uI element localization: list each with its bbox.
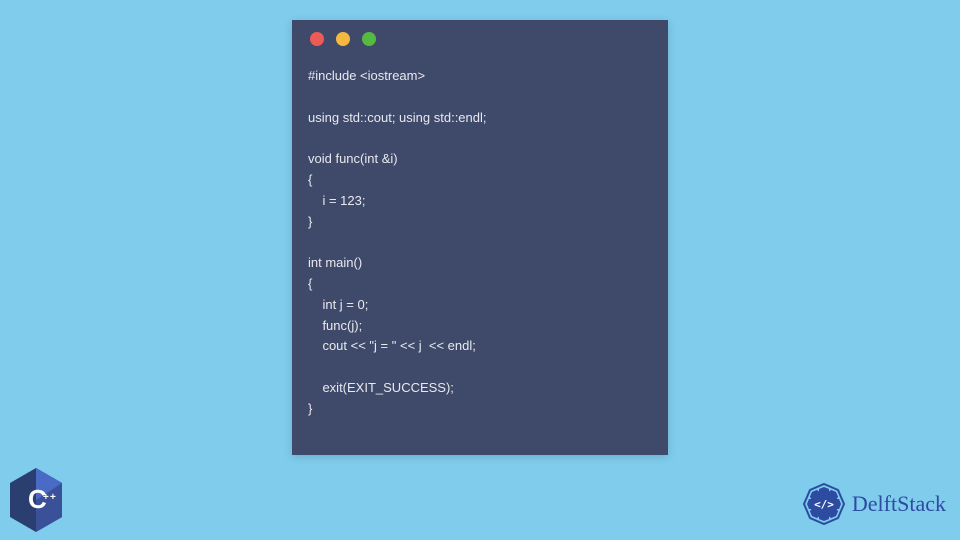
maximize-icon — [362, 32, 376, 46]
delftstack-text: DelftStack — [852, 491, 946, 517]
window-controls — [308, 32, 652, 46]
delftstack-logo: </> DelftStack — [802, 482, 946, 526]
minimize-icon — [336, 32, 350, 46]
delftstack-badge-icon: </> — [802, 482, 846, 526]
code-content: #include <iostream> using std::cout; usi… — [308, 66, 652, 420]
svg-text:</>: </> — [814, 498, 834, 511]
code-window: #include <iostream> using std::cout; usi… — [292, 20, 668, 455]
svg-text:+: + — [43, 492, 49, 503]
close-icon — [310, 32, 324, 46]
svg-text:+: + — [50, 492, 56, 503]
cpp-logo-icon: C + + — [6, 466, 66, 534]
